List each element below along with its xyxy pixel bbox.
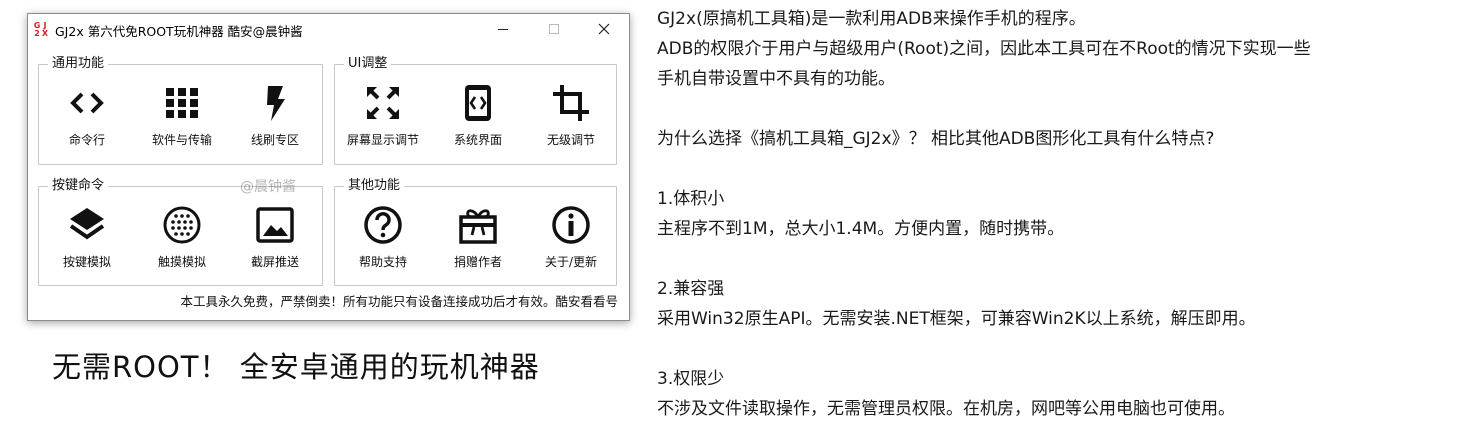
group-other: 其他功能 帮助支持 捐赠作者 关于/更新 (334, 177, 617, 286)
layers-icon (69, 208, 105, 240)
tool-label: 命令行 (68, 133, 105, 147)
group-title: UI调整 (344, 55, 392, 73)
description: GJ2x(原搞机工具箱)是一款利用ADB来操作手机的程序。 ADB的权限介于用户… (657, 4, 1477, 424)
feature-text: 主程序不到1M，总大小1.4M。方便内置，随时携带。 (657, 219, 1065, 239)
notice-text: 本工具永久免费，严禁倒卖！所有功能只有设备连接成功后才有效。酷安看看号 (180, 294, 618, 309)
feature-text: 不涉及文件读取操作，无需管理员权限。在机房，网吧等公用电脑也可使用。 (657, 399, 1235, 419)
image-icon (256, 207, 294, 243)
tool-label: 帮助支持 (358, 255, 407, 269)
tool-label: 系统界面 (453, 133, 502, 147)
screenshot-push-button[interactable]: 截屏推送 (230, 195, 320, 281)
close-icon (598, 23, 610, 35)
tool-label: 屏幕显示调节 (346, 133, 419, 147)
group-keys: 按键命令 按键模拟 触摸模拟 截屏推送 (38, 177, 323, 286)
screen-display-button[interactable]: 屏幕显示调节 (338, 73, 428, 159)
flash-zone-button[interactable]: 线刷专区 (230, 73, 320, 159)
tool-label: 触摸模拟 (157, 255, 206, 269)
tool-label: 截屏推送 (250, 255, 299, 269)
touch-dots-icon (163, 206, 201, 244)
stepless-adjust-button[interactable]: 无级调节 (526, 73, 616, 159)
tool-label: 关于/更新 (544, 255, 598, 269)
about-update-button[interactable]: 关于/更新 (526, 195, 616, 281)
lightning-icon (267, 86, 285, 121)
cmdline-button[interactable]: 命令行 (42, 73, 132, 159)
close-button[interactable] (581, 14, 627, 44)
crop-icon (553, 85, 589, 121)
tool-label: 线刷专区 (250, 133, 299, 147)
slogan: 无需ROOT！ 全安卓通用的玩机神器 (52, 350, 540, 384)
title-bar[interactable]: G J 2 X GJ2x 第六代免ROOT玩机神器 酷安@晨钟酱 (28, 14, 629, 46)
help-support-button[interactable]: 帮助支持 (338, 195, 428, 281)
apps-grid-icon (166, 88, 198, 118)
maximize-icon (549, 24, 559, 34)
group-ui: UI调整 屏幕显示调节 系统界面 无级调节 (334, 55, 617, 165)
system-ui-button[interactable]: 系统界面 (433, 73, 523, 159)
tool-label: 按键模拟 (62, 255, 111, 269)
intro-line: ADB的权限介于用户与超级用户(Root)之间，因此本工具可在不Root的情况下… (657, 39, 1311, 59)
feature-heading: 3.权限少 (657, 369, 725, 389)
gift-icon (459, 209, 497, 244)
group-title: 其他功能 (344, 177, 405, 195)
tool-label: 软件与传输 (151, 133, 212, 147)
code-brackets-icon (70, 92, 104, 114)
donate-author-button[interactable]: 捐赠作者 (433, 195, 523, 281)
minimize-icon (498, 29, 508, 30)
key-simulate-button[interactable]: 按键模拟 (42, 195, 132, 281)
feature-heading: 2.兼容强 (657, 279, 725, 299)
help-icon (364, 206, 402, 244)
app-logo: G J 2 X (33, 22, 49, 38)
logo-char: X (41, 29, 49, 38)
app-window: G J 2 X GJ2x 第六代免ROOT玩机神器 酷安@晨钟酱 通用功能 命令… (27, 13, 630, 321)
group-common: 通用功能 命令行 软件与传输 线刷专区 (38, 55, 323, 165)
tool-label: 捐赠作者 (453, 255, 502, 269)
group-title: 按键命令 (48, 177, 109, 195)
question-line: 为什么选择《搞机工具箱_GJ2x》？ 相比其他ADB图形化工具有什么特点? (657, 129, 1215, 149)
logo-char: 2 (34, 29, 40, 38)
window-title: GJ2x 第六代免ROOT玩机神器 酷安@晨钟酱 (55, 24, 303, 39)
apps-transfer-button[interactable]: 软件与传输 (137, 73, 227, 159)
watermark: @晨钟酱 (240, 179, 296, 195)
fullscreen-icon (367, 87, 399, 119)
group-title: 通用功能 (48, 55, 109, 73)
info-icon (552, 206, 590, 244)
intro-line: GJ2x(原搞机工具箱)是一款利用ADB来操作手机的程序。 (657, 9, 1086, 29)
maximize-button[interactable] (531, 14, 577, 44)
touch-simulate-button[interactable]: 触摸模拟 (137, 195, 227, 281)
feature-text: 采用Win32原生API。无需安装.NET框架，可兼容Win2K以上系统，解压即… (657, 309, 1256, 329)
intro-line: 手机自带设置中不具有的功能。 (657, 69, 895, 89)
minimize-button[interactable] (480, 14, 526, 44)
phone-code-icon (465, 85, 491, 121)
feature-heading: 1.体积小 (657, 189, 725, 209)
tool-label: 无级调节 (546, 133, 595, 147)
